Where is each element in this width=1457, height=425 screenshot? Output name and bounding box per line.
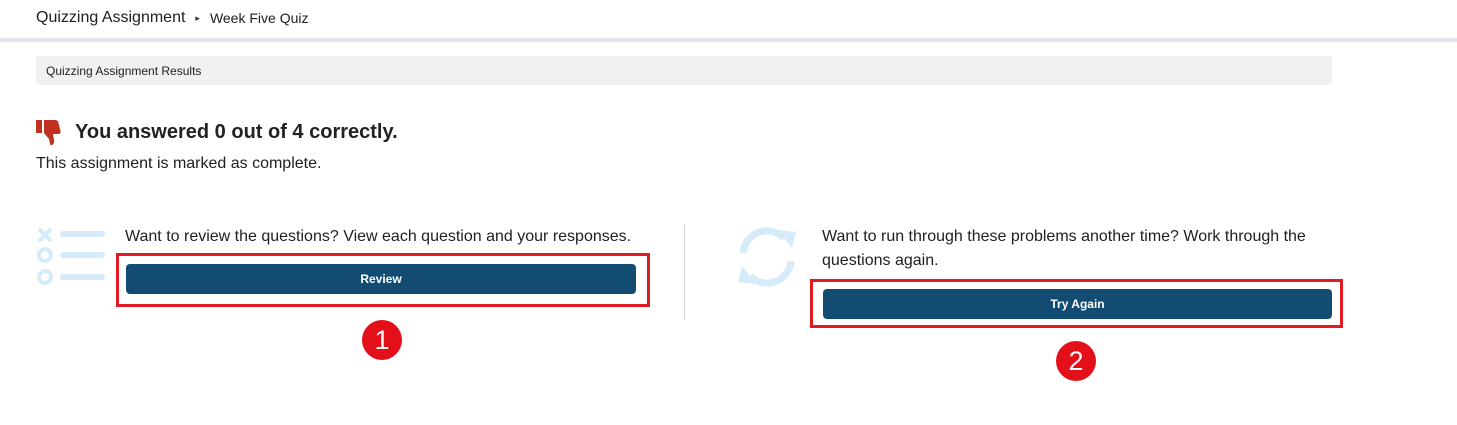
try-again-button[interactable]: Try Again: [823, 289, 1332, 319]
score-summary: You answered 0 out of 4 correctly.: [36, 118, 398, 146]
checklist-icon: [37, 228, 105, 285]
results-header-label: Quizzing Assignment Results: [46, 63, 202, 78]
breadcrumb-current-page: Week Five Quiz: [209, 10, 309, 26]
score-text: You answered 0 out of 4 correctly.: [75, 120, 398, 143]
refresh-icon: [738, 227, 796, 287]
completion-status: This assignment is marked as complete.: [36, 155, 322, 172]
retry-prompt-text: Want to run through these problems anoth…: [822, 228, 1306, 269]
header-divider: [0, 38, 1457, 42]
review-prompt-text: Want to review the questions? View each …: [125, 228, 632, 245]
breadcrumb-link-quizzing-assignment[interactable]: Quizzing Assignment: [36, 9, 185, 27]
results-header: Quizzing Assignment Results: [36, 56, 1332, 85]
step-badge-2: 2: [1056, 341, 1096, 381]
step-badge-1: 1: [362, 320, 402, 360]
breadcrumb-separator-icon: ▸: [195, 12, 200, 23]
breadcrumb: Quizzing Assignment ▸ Week Five Quiz: [36, 8, 308, 28]
quiz-results-page: Quizzing Assignment ▸ Week Five Quiz Qui…: [0, 0, 1457, 425]
thumbs-down-icon: [36, 120, 61, 146]
review-button[interactable]: Review: [126, 264, 636, 294]
panel-divider: [684, 224, 685, 320]
